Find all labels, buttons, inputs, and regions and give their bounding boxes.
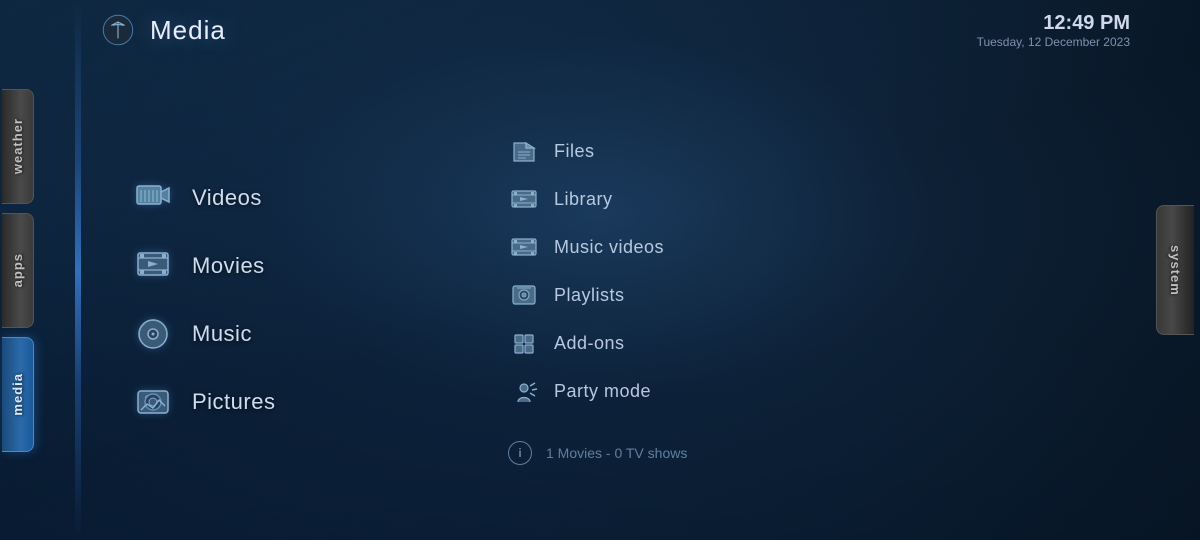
party-mode-icon (508, 376, 540, 408)
sub-menu: Files Library (440, 80, 1110, 520)
info-icon: i (508, 441, 532, 465)
page-title: Media (150, 15, 226, 46)
playlists-icon (508, 280, 540, 312)
submenu-item-playlists[interactable]: Playlists (500, 275, 1110, 317)
menu-item-pictures[interactable]: Pictures (120, 373, 440, 431)
movies-icon (132, 245, 174, 287)
menu-label-music: Music (192, 321, 252, 347)
menu-label-videos: Videos (192, 185, 262, 211)
main-content: Videos Movies (80, 60, 1150, 540)
submenu-item-library[interactable]: Library (500, 179, 1110, 221)
menu-item-movies[interactable]: Movies (120, 237, 440, 295)
menu-label-pictures: Pictures (192, 389, 275, 415)
music-icon (132, 313, 174, 355)
sidebar-item-media[interactable]: media (0, 334, 36, 454)
main-menu: Videos Movies (120, 80, 440, 520)
library-icon (508, 184, 540, 216)
pictures-icon (132, 381, 174, 423)
menu-item-videos[interactable]: Videos (120, 169, 440, 227)
header: Media 12:49 PM Tuesday, 12 December 2023 (80, 0, 1150, 60)
info-row: i 1 Movies - 0 TV shows (500, 427, 1110, 470)
submenu-label-music-videos: Music videos (554, 237, 664, 258)
header-left: Media (100, 12, 226, 48)
submenu-item-add-ons[interactable]: Add-ons (500, 323, 1110, 365)
menu-item-music[interactable]: Music (120, 305, 440, 363)
sidebar-item-apps[interactable]: apps (0, 210, 36, 330)
videos-icon (132, 177, 174, 219)
submenu-item-party-mode[interactable]: Party mode (500, 371, 1110, 413)
submenu-label-party-mode: Party mode (554, 381, 651, 402)
add-ons-icon (508, 328, 540, 360)
submenu-label-add-ons: Add-ons (554, 333, 625, 354)
menu-label-movies: Movies (192, 253, 265, 279)
left-sidebar: weather apps media (0, 0, 80, 540)
sidebar-item-system[interactable]: system (1156, 205, 1194, 335)
header-time: 12:49 PM Tuesday, 12 December 2023 (977, 12, 1130, 49)
clock-date: Tuesday, 12 December 2023 (977, 35, 1130, 49)
music-videos-icon (508, 232, 540, 264)
submenu-label-playlists: Playlists (554, 285, 625, 306)
submenu-label-library: Library (554, 189, 613, 210)
files-icon (508, 136, 540, 168)
sidebar-item-weather[interactable]: weather (0, 86, 36, 206)
submenu-item-music-videos[interactable]: Music videos (500, 227, 1110, 269)
submenu-label-files: Files (554, 141, 595, 162)
tesla-logo-icon (100, 12, 136, 48)
clock-time: 12:49 PM (977, 12, 1130, 35)
right-sidebar: system (1150, 0, 1200, 540)
submenu-item-files[interactable]: Files (500, 131, 1110, 173)
info-text: 1 Movies - 0 TV shows (546, 445, 687, 461)
